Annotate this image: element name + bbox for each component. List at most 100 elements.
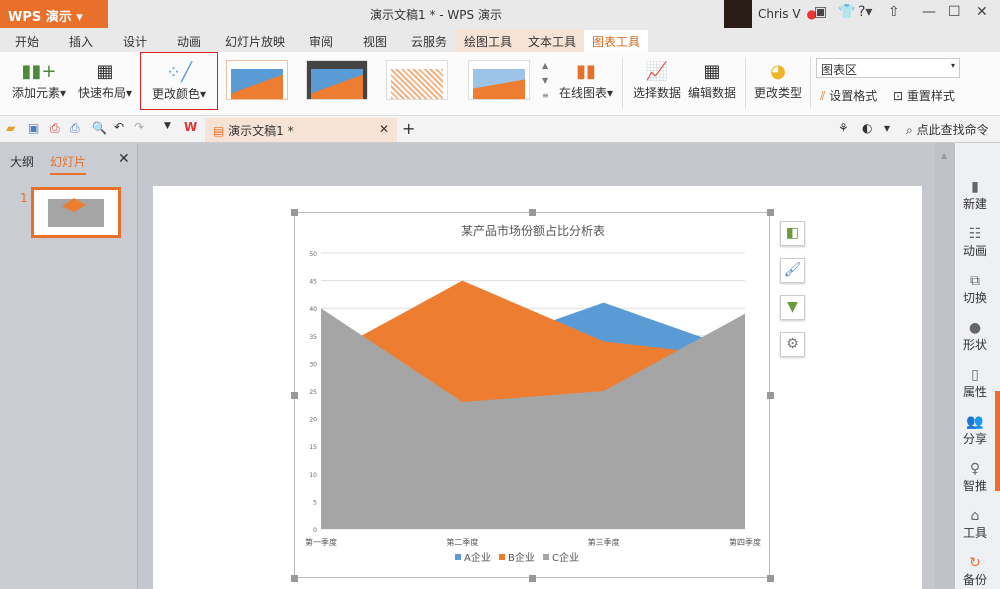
sidebar-icon: ☷ — [968, 226, 982, 242]
maximize-button[interactable]: ☐ — [948, 4, 961, 20]
tab-outline[interactable]: 大纲 — [10, 153, 34, 170]
tab-6[interactable]: 视图 — [348, 30, 402, 52]
chart-settings-icon[interactable]: ⚙ — [780, 332, 805, 357]
close-panel-icon[interactable]: ✕ — [118, 151, 130, 167]
x-tick-label: 第四季度 — [729, 537, 761, 547]
style-scroll[interactable]: ▲ ▼ ≡ — [542, 58, 549, 103]
legend-swatch — [543, 554, 549, 560]
sidebar-item-1[interactable]: ☷ 动画 — [955, 226, 995, 259]
y-tick-label: 25 — [309, 389, 317, 396]
skin-icon[interactable]: ▣ — [814, 4, 827, 20]
sidebar-item-6[interactable]: ♀ 智推 — [955, 461, 995, 494]
legend-label: B企业 — [508, 551, 535, 564]
online-chart-button[interactable]: ▮▮ 在线图表▾ — [556, 58, 616, 101]
wps-icon[interactable]: W — [184, 120, 197, 134]
tool-icon-3[interactable]: ▾ — [884, 121, 890, 135]
sidebar-icon: ↻ — [969, 555, 981, 571]
quick-layout-button[interactable]: ▦ 快速布局▾ — [74, 58, 136, 101]
document-tab[interactable]: ▤ 演示文稿1 * ✕ — [205, 118, 397, 142]
chart-frame[interactable]: 某产品市场份额占比分析表 0 5 10 15 20 25 30 35 40 45 50 第一季度 第二季度… — [294, 212, 770, 578]
tool-icon-1[interactable]: ⚘ — [838, 121, 849, 135]
shirt-icon[interactable]: 👕 — [838, 4, 855, 20]
tab-9[interactable]: 文本工具 — [520, 30, 584, 52]
upload-icon[interactable]: ⇧ — [888, 4, 900, 20]
y-tick-label: 20 — [309, 417, 317, 424]
select-data-icon: 📈 — [645, 60, 669, 82]
tab-0[interactable]: 开始 — [0, 30, 54, 52]
sidebar-collapse-handle[interactable] — [995, 391, 1000, 491]
more-icon[interactable]: ▼ — [164, 121, 171, 131]
sidebar-icon: ⌂ — [970, 508, 980, 524]
select-data-button[interactable]: 📈 选择数据 — [630, 58, 684, 101]
change-type-button[interactable]: ◕ 更改类型 — [752, 58, 804, 101]
sidebar-item-2[interactable]: ⧉ 切换 — [955, 273, 995, 306]
user-name[interactable]: Chris V — [758, 7, 801, 21]
vertical-scrollbar[interactable]: ▲ — [935, 143, 955, 589]
sidebar-item-5[interactable]: 👥 分享 — [955, 414, 995, 447]
tab-7[interactable]: 云服务 — [402, 30, 456, 52]
pdf-icon[interactable]: ⎙ — [50, 121, 60, 136]
open-icon[interactable]: ▰ — [6, 121, 15, 135]
x-tick-label: 第三季度 — [588, 537, 620, 547]
tab-10[interactable]: 图表工具 — [584, 30, 648, 52]
set-format-button[interactable]: ⫽ 设置格式 — [820, 87, 877, 104]
close-tab-icon[interactable]: ✕ — [379, 122, 389, 136]
close-button[interactable]: ✕ — [976, 4, 988, 20]
palette-brush-icon: ⁘╱ — [166, 61, 192, 83]
online-chart-icon: ▮▮ — [576, 60, 596, 82]
slide-number: 1 — [20, 191, 28, 205]
print-icon[interactable]: ⎙ — [70, 121, 80, 136]
slide-thumbnail[interactable] — [31, 187, 121, 238]
tab-8[interactable]: 绘图工具 — [456, 30, 520, 52]
preview-icon[interactable]: 🔍 — [92, 121, 107, 135]
chart-style-brush-icon[interactable]: 🖌 — [780, 258, 805, 283]
sidebar-label: 工具 — [962, 526, 987, 540]
sidebar-label: 备份 — [962, 573, 987, 587]
new-tab-button[interactable]: + — [402, 119, 415, 138]
chart-element-select[interactable]: 图表区 ▾ — [816, 58, 960, 78]
chart-filter-icon[interactable]: ▼ — [780, 295, 805, 320]
help-icon[interactable]: ?▾ — [858, 4, 872, 20]
sidebar-label: 新建 — [962, 197, 987, 211]
tab-4[interactable]: 幻灯片放映 — [216, 30, 294, 52]
reset-style-button[interactable]: ⊡ 重置样式 — [893, 87, 955, 104]
tab-3[interactable]: 动画 — [162, 30, 216, 52]
chart-style-3[interactable] — [386, 60, 448, 100]
chart-style-4[interactable] — [468, 60, 530, 100]
edit-data-button[interactable]: ▦ 编辑数据 — [686, 58, 738, 101]
sidebar-item-0[interactable]: ▮ 新建 — [955, 179, 995, 212]
chart-style-1[interactable] — [226, 60, 288, 100]
tab-slides[interactable]: 幻灯片 — [50, 153, 87, 175]
sidebar-item-8[interactable]: ↻ 备份 — [955, 555, 995, 588]
redo-icon[interactable]: ↷ — [134, 120, 144, 134]
sidebar-label: 属性 — [962, 385, 987, 399]
y-tick-label: 5 — [313, 499, 317, 506]
sidebar-item-3[interactable]: ● 形状 — [955, 320, 995, 353]
legend-swatch — [455, 554, 461, 560]
sidebar-icon: ● — [968, 320, 982, 336]
tab-5[interactable]: 审阅 — [294, 30, 348, 52]
legend-swatch — [499, 554, 505, 560]
sidebar-item-7[interactable]: ⌂ 工具 — [955, 508, 995, 541]
slides-panel: 大纲 幻灯片 ✕ 1 — [0, 143, 138, 589]
tab-1[interactable]: 插入 — [54, 30, 108, 52]
search-command[interactable]: ⌕ 点此查找命令 — [906, 121, 989, 138]
tab-2[interactable]: 设计 — [108, 30, 162, 52]
y-tick-label: 35 — [309, 334, 317, 341]
undo-icon[interactable]: ↶ — [114, 120, 124, 134]
y-tick-label: 15 — [309, 444, 317, 451]
user-area[interactable]: Chris V ● — [724, 0, 817, 28]
change-color-button[interactable]: ⁘╱ 更改颜色▾ — [140, 52, 218, 110]
chart-style-2[interactable] — [306, 60, 368, 100]
save-icon[interactable]: ▣ — [28, 121, 39, 135]
add-element-button[interactable]: ▮▮+ 添加元素▾ — [8, 58, 70, 101]
y-tick-label: 40 — [309, 306, 317, 313]
area-chart: 某产品市场份额占比分析表 0 5 10 15 20 25 30 35 40 45 50 第一季度 第二季度… — [305, 223, 761, 564]
y-tick-label: 45 — [309, 279, 317, 286]
minimize-button[interactable]: — — [922, 4, 936, 20]
wps-menu-button[interactable]: WPS 演示 ▾ — [0, 0, 108, 28]
tool-icon-2[interactable]: ◐ — [862, 121, 872, 135]
sidebar-item-4[interactable]: ▯ 属性 — [955, 367, 995, 400]
reset-icon: ⊡ — [893, 89, 904, 103]
chart-elements-icon[interactable]: ◧ — [780, 221, 805, 246]
